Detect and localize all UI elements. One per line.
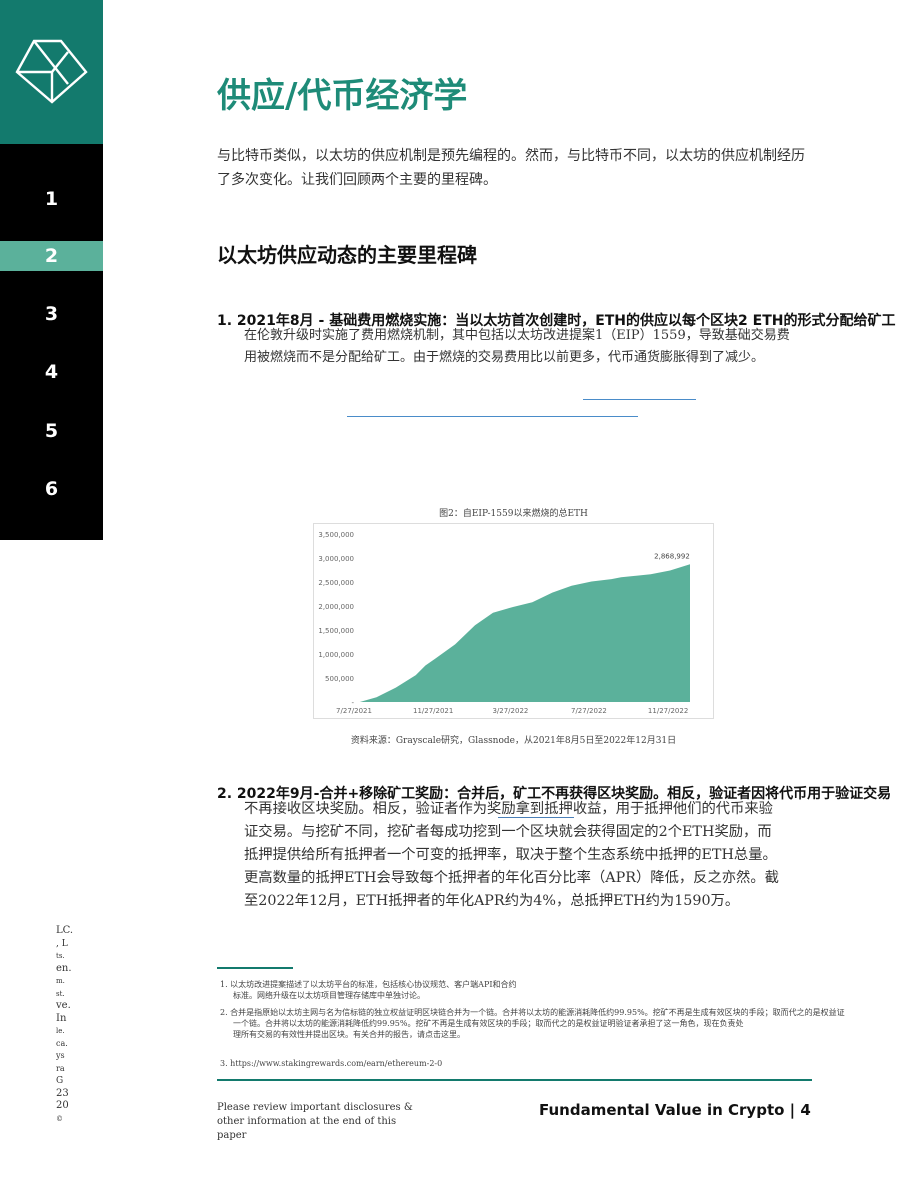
side-text-fragment: ts. [56,952,65,960]
milestone-2-line: 抵押提供给所有抵押者一个可变的抵押率，取决于整个生态系统中抵押的ETH总量。 [244,847,777,863]
y-tick-label: 500,000 [325,675,354,683]
footnote-2: 2. 合并是指原始以太坊主网与名为信标链的独立权益证明区块链合并为一个链。合并将… [220,1007,845,1040]
footnote-1: 1. 以太坊改进提案描述了以太坊平台的标准，包括核心协议规范、客户端API和合约… [220,979,517,1001]
footer-page-label: Fundamental Value in Crypto | 4 [539,1101,811,1119]
x-tick-label: 11/27/2022 [648,707,688,715]
burned-eth-chart: - 500,000 1,000,000 1,500,000 2,000,000 2,500… [313,523,714,719]
side-text-fragment: , L [56,938,68,949]
side-text-fragment: en. [56,962,72,974]
logo-block [0,0,103,144]
milestone-1-line: 用被燃烧而不是分配给矿工。由于燃烧的交易费用比以前更多，代币通货膨胀得到了减少。 [244,350,765,365]
footnote-1-line: 标准。网络升级在以太坊项目管理存储库中单独讨论。 [233,991,425,1000]
figure-caption: 图2：自EIP-1559以来燃烧的总ETH [439,509,588,519]
footer-disclaimer: Please review important disclosures & ot… [217,1102,413,1141]
section-nav: 1 2 3 4 5 6 [0,144,103,540]
y-tick-label: 1,000,000 [318,651,354,659]
y-tick-label: 1,500,000 [318,627,354,635]
milestone-2-line: 证交易。与挖矿不同，挖矿者每成功挖到一个区块就会获得固定的2个ETH奖励，而 [244,824,772,840]
side-text-fragment: 23 [56,1087,69,1099]
side-text-fragment: m. [56,977,65,985]
section-heading: 以太坊供应动态的主要里程碑 [217,243,477,267]
nav-item-1[interactable]: 1 [0,184,103,214]
side-text-fragment: © [56,1114,63,1123]
x-tick-label: 3/27/2022 [492,707,528,715]
intro-paragraph: 与比特币类似，以太坊的供应机制是预先编程的。然而，与比特币不同，以太坊的供应机制… [217,148,805,188]
figure-source: 资料来源：Grayscale研究，Glassnode，从2021年8月5日至20… [350,736,677,746]
y-tick-label: 3,500,000 [318,531,354,539]
side-text-fragment: ve. [56,1000,71,1011]
link-underline[interactable] [583,399,696,400]
side-text-fragment: LC. [56,925,74,936]
nav-item-5[interactable]: 5 [0,416,103,446]
nav-item-2[interactable]: 2 [0,241,103,271]
footnote-2-line: 2. 合并是指原始以太坊主网与名为信标链的独立权益证明区块链合并为一个链。合并将… [220,1008,845,1017]
end-value-label: 2,868,992 [654,552,690,560]
x-tick-label: 7/27/2021 [336,707,372,715]
milestone-2-body: 不再接收区块奖励。相反，验证者作为奖励拿到抵押收益，用于抵押他们的代币来验 证交… [244,798,809,913]
side-text-fragment: ca. [56,1038,68,1048]
footnote-1-line: 1. 以太坊改进提案描述了以太坊平台的标准，包括核心协议规范、客户端API和合约 [220,980,517,989]
side-text-fragment: G [56,1076,64,1086]
footnote-2-line: 一个链。合并将以太坊的能源消耗降低约99.95%。挖矿不再是生成有效区块的手段；… [233,1019,744,1028]
link-underline[interactable] [347,416,638,417]
milestone-2-line: 至2022年12月，ETH抵押者的年化APR约为4%，总抵押ETH约为1590万… [244,893,740,909]
footnote-3[interactable]: 3. https://www.stakingrewards.com/earn/e… [220,1058,442,1069]
nav-item-4[interactable]: 4 [0,357,103,387]
side-text-fragment: ys [56,1051,65,1060]
footnote-2-line: 理所有交易的有效性并提出区块。有关合并的报告，请点击这里。 [233,1030,465,1039]
footnote-rule [217,967,293,969]
page-title: 供应/代币经济学 [217,76,468,116]
side-text-fragment: st. [56,989,65,998]
link-underline[interactable] [498,817,574,818]
chart-svg: - 500,000 1,000,000 1,500,000 2,000,000 2,500… [318,531,690,715]
eth-burned-area [359,564,690,702]
nav-item-3[interactable]: 3 [0,299,103,329]
x-tick-label: 11/27/2021 [413,707,453,715]
y-tick-label: 3,000,000 [318,555,354,563]
side-text-fragment: le. [56,1027,65,1035]
milestone-1-body: 在伦敦升级时实施了费用燃烧机制，其中包括以太坊改进提案1（EIP）1559，导致… [244,325,809,369]
logo-icon [15,39,88,104]
y-tick-label: 2,000,000 [318,603,354,611]
nav-item-6[interactable]: 6 [0,474,103,504]
copyright-side-text: LC. , L ts. en. m. st. ve. In le. ca. ys… [56,925,86,1125]
x-tick-label: 7/27/2022 [571,707,607,715]
side-text-fragment: ra [56,1063,65,1073]
y-tick-label: 2,500,000 [318,579,354,587]
y-tick-label: - [351,699,354,707]
side-text-fragment: 20 [56,1100,69,1111]
side-text-fragment: In [56,1012,67,1024]
milestone-2-line: 更高数量的抵押ETH会导致每个抵押者的年化百分比率（APR）降低，反之亦然。截 [244,870,779,886]
footer-rule [217,1079,812,1081]
milestone-1-line: 在伦敦升级时实施了费用燃烧机制，其中包括以太坊改进提案1（EIP）1559，导致… [244,328,790,343]
